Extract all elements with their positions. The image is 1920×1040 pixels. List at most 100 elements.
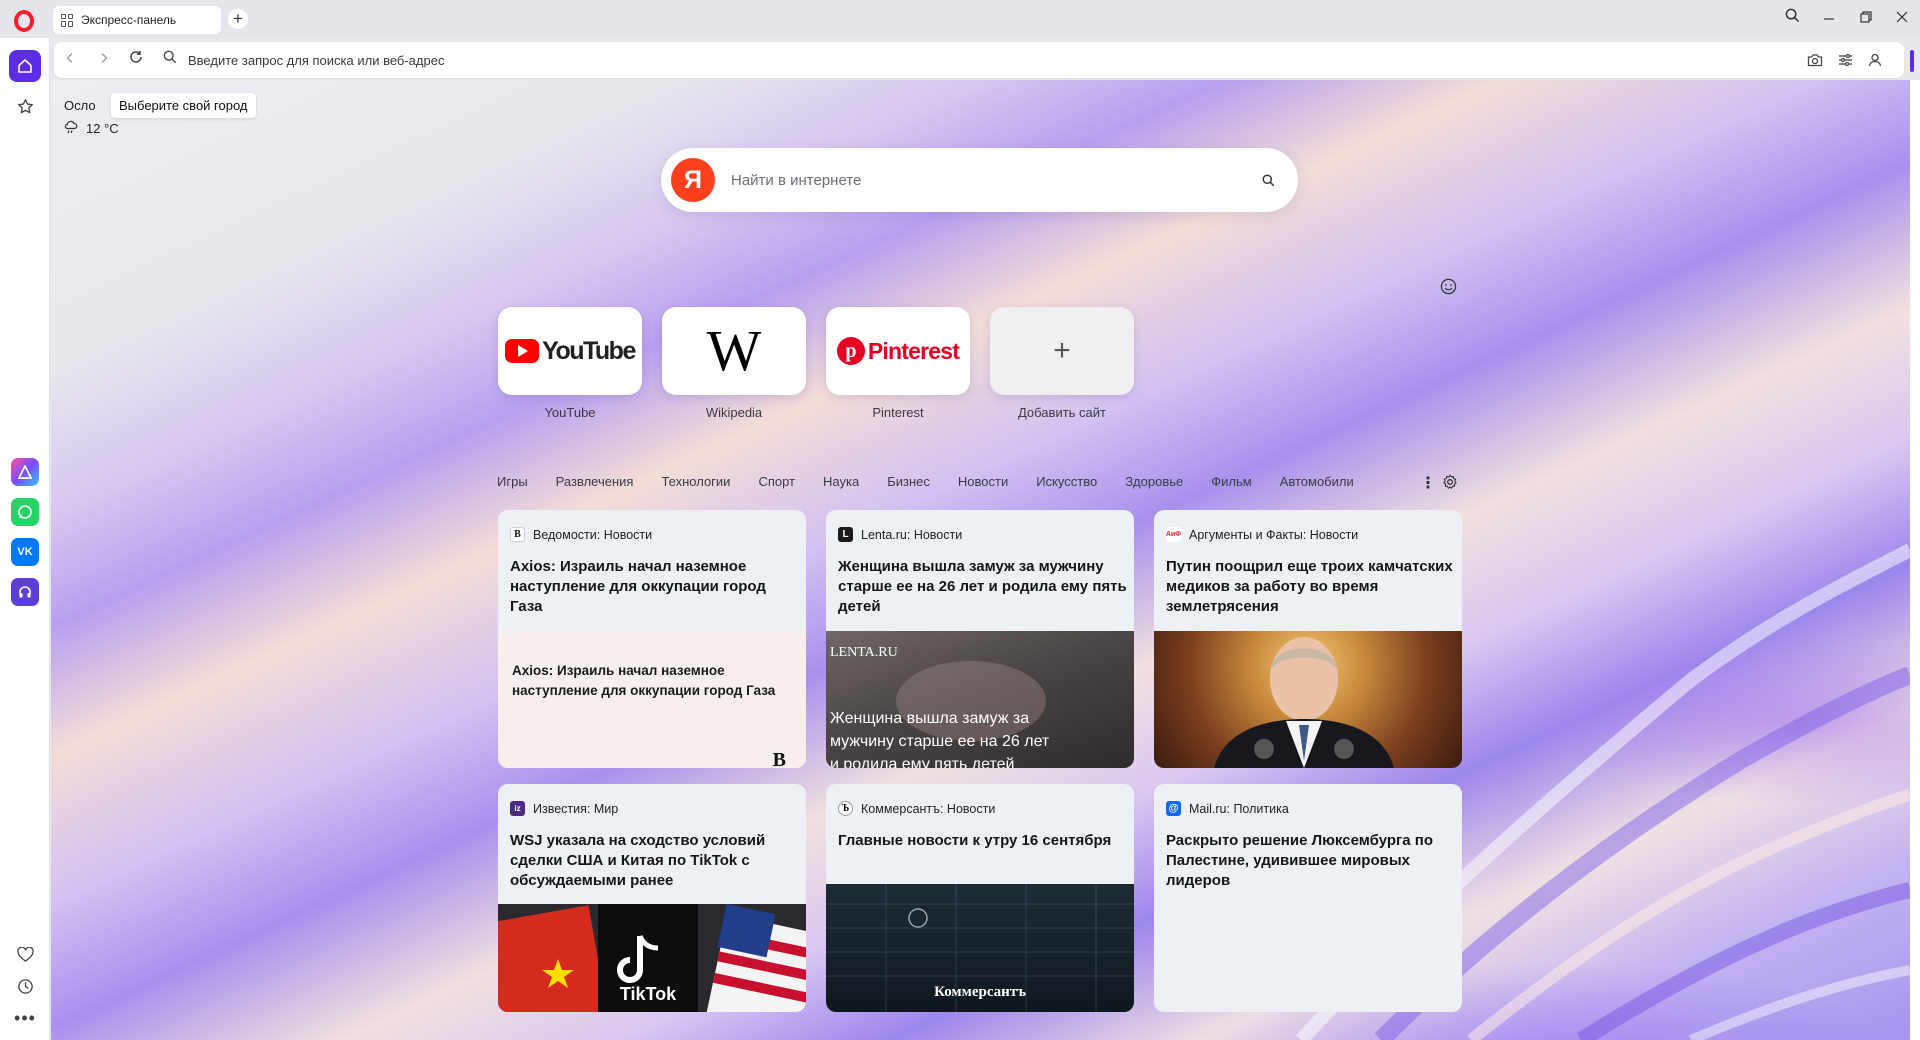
- source-name: Аргументы и Факты: Новости: [1189, 527, 1359, 542]
- cloud-rain-icon: [64, 120, 78, 137]
- opera-logo-icon[interactable]: [14, 10, 34, 32]
- dial-label: Pinterest: [872, 405, 924, 420]
- news-card[interactable]: @ Mail.ru: Политика Раскрыто решение Люк…: [1154, 784, 1462, 1012]
- speed-dial-add-site[interactable]: + Добавить сайт: [990, 307, 1134, 420]
- search-icon[interactable]: [1258, 170, 1278, 190]
- youtube-tile[interactable]: YouTube: [498, 307, 642, 395]
- speed-dial-pinterest[interactable]: p Pinterest Pinterest: [826, 307, 970, 420]
- izvestia-icon: iz: [510, 801, 525, 816]
- source-name: Lenta.ru: Новости: [861, 527, 963, 542]
- grid-icon: [61, 13, 74, 27]
- restore-icon[interactable]: [1852, 8, 1880, 30]
- forward-icon[interactable]: [94, 50, 114, 70]
- new-tab-button[interactable]: +: [228, 9, 248, 29]
- news-card[interactable]: Ъ Коммерсантъ: Новости Главные новости к…: [826, 784, 1134, 1012]
- camera-icon[interactable]: [1806, 51, 1824, 69]
- add-site-button[interactable]: +: [990, 307, 1134, 395]
- lenta-brand: LENTA.RU: [830, 645, 898, 660]
- category-tab[interactable]: Искусство: [1036, 474, 1097, 494]
- news-title: Axios: Израиль начал наземное наступлени…: [510, 558, 766, 615]
- speed-dial-wikipedia[interactable]: W Wikipedia: [662, 307, 806, 420]
- more-categories-icon[interactable]: ⋮: [1420, 475, 1436, 495]
- tab-express-panel[interactable]: Экспресс-панель: [53, 6, 221, 34]
- right-rail: [1910, 80, 1920, 1040]
- minimize-icon[interactable]: [1815, 8, 1843, 30]
- category-tab[interactable]: Здоровье: [1125, 474, 1183, 494]
- tab-title: Экспресс-панель: [81, 13, 177, 27]
- news-card[interactable]: iz Известия: Мир WSJ указала на сходство…: [498, 784, 806, 1012]
- history-icon[interactable]: [9, 970, 41, 1002]
- category-tab[interactable]: Новости: [958, 474, 1008, 494]
- news-image: Коммерсантъ: [826, 884, 1134, 1012]
- back-icon[interactable]: [60, 50, 80, 70]
- category-tab[interactable]: Технологии: [661, 474, 730, 494]
- mail-ru-icon: @: [1166, 801, 1181, 816]
- news-card[interactable]: L Lenta.ru: Новости Женщина вышла замуж …: [826, 510, 1134, 768]
- pinterest-tile[interactable]: p Pinterest: [826, 307, 970, 395]
- news-source: B Ведомости: Новости: [510, 527, 652, 542]
- image-caption: TikTok: [619, 984, 677, 1004]
- news-source: Ъ Коммерсантъ: Новости: [838, 801, 995, 816]
- address-search-icon: [160, 50, 180, 70]
- vk-icon[interactable]: VK: [11, 538, 39, 566]
- news-card[interactable]: АиФ Аргументы и Факты: Новости Путин поо…: [1154, 510, 1462, 768]
- title-bar: Экспресс-панель +: [0, 0, 1920, 38]
- image-caption: Коммерсантъ: [934, 984, 1026, 1000]
- news-source: L Lenta.ru: Новости: [838, 527, 962, 542]
- more-options-icon[interactable]: •••: [9, 1002, 41, 1034]
- category-tab[interactable]: Развлечения: [556, 474, 634, 494]
- aif-icon: АиФ: [1166, 527, 1181, 542]
- source-name: Коммерсантъ: Новости: [861, 801, 996, 816]
- news-title: Путин поощрил еще троих камчатских медик…: [1166, 558, 1453, 615]
- heart-icon[interactable]: [9, 938, 41, 970]
- news-image: LENTA.RU Женщина вышла замуж за мужчину …: [826, 631, 1134, 768]
- source-name: Mail.ru: Политика: [1189, 801, 1289, 816]
- wikipedia-tile[interactable]: W: [662, 307, 806, 395]
- reload-icon[interactable]: [126, 50, 146, 70]
- vedomosti-mark: B: [772, 749, 786, 768]
- search-input[interactable]: [731, 168, 1211, 192]
- easy-setup-icon[interactable]: [1836, 51, 1854, 69]
- star-icon[interactable]: [9, 90, 41, 122]
- smiley-icon[interactable]: [1437, 275, 1459, 297]
- kommersant-icon: Ъ: [838, 801, 853, 816]
- category-tab[interactable]: Автомобили: [1280, 474, 1354, 494]
- category-tab[interactable]: Спорт: [758, 474, 795, 494]
- wikipedia-logo-icon: W: [706, 318, 762, 383]
- scroll-indicator[interactable]: [1910, 50, 1914, 72]
- lenta-icon: L: [838, 527, 853, 542]
- whatsapp-icon[interactable]: [11, 498, 39, 526]
- music-player-icon[interactable]: [11, 578, 39, 606]
- speed-dial-youtube[interactable]: YouTube YouTube: [498, 307, 642, 420]
- yandex-logo[interactable]: Я: [671, 158, 715, 202]
- news-source: @ Mail.ru: Политика: [1166, 801, 1289, 816]
- source-name: Известия: Мир: [533, 801, 619, 816]
- aria-icon[interactable]: [11, 458, 39, 486]
- category-tab[interactable]: Игры: [497, 474, 528, 494]
- plus-icon: +: [1053, 334, 1071, 367]
- dial-label: Wikipedia: [705, 405, 763, 420]
- weather-temperature[interactable]: 12 °C: [64, 120, 119, 137]
- news-card[interactable]: B Ведомости: Новости Axios: Израиль нача…: [498, 510, 806, 768]
- search-tabs-icon[interactable]: [1778, 8, 1806, 30]
- news-image: TikTok: [498, 904, 806, 1012]
- news-source: АиФ Аргументы и Факты: Новости: [1166, 527, 1358, 542]
- sidebar: VK •••: [0, 38, 50, 1040]
- news-title: Женщина вышла замуж за мужчину старше ее…: [838, 558, 1127, 615]
- dial-label: Добавить сайт: [1017, 405, 1106, 420]
- profile-icon[interactable]: [1866, 51, 1884, 69]
- home-icon[interactable]: [9, 50, 41, 82]
- category-tab[interactable]: Бизнес: [887, 474, 930, 494]
- address-input[interactable]: [188, 50, 1688, 70]
- news-categories: Игры Развлечения Технологии Спорт Наука …: [497, 474, 1382, 494]
- vedomosti-icon: B: [510, 527, 525, 542]
- temperature-value: 12 °C: [86, 121, 119, 136]
- image-caption: Axios: Израиль начал наземное наступлени…: [512, 663, 776, 698]
- search-box: Я: [661, 148, 1298, 212]
- category-tab[interactable]: Фильм: [1211, 474, 1251, 494]
- news-source: iz Известия: Мир: [510, 801, 618, 816]
- weather-city[interactable]: Осло: [64, 98, 96, 113]
- settings-gear-icon[interactable]: [1440, 472, 1460, 492]
- close-icon[interactable]: [1888, 8, 1916, 30]
- category-tab[interactable]: Наука: [823, 474, 859, 494]
